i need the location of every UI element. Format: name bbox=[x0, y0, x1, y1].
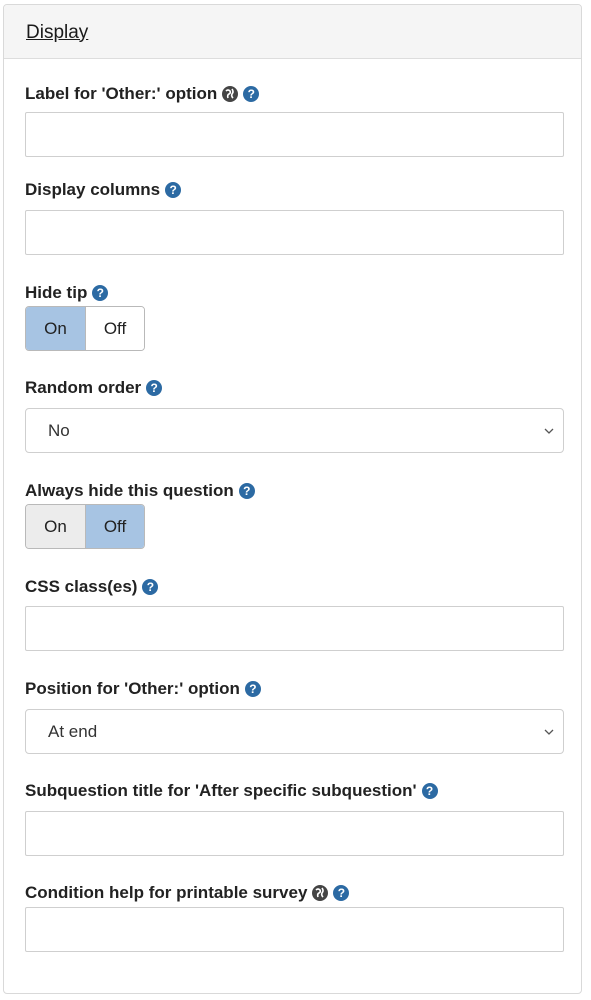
field-random-order: Random order No bbox=[25, 377, 564, 453]
field-css-classes: CSS class(es) bbox=[25, 576, 564, 651]
panel-title[interactable]: Display bbox=[26, 20, 88, 44]
field-label: Condition help for printable survey bbox=[25, 883, 308, 902]
field-label-row: Hide tip bbox=[25, 282, 109, 304]
select-value: At end bbox=[48, 721, 98, 741]
field-label-row: Condition help for printable survey bbox=[25, 882, 350, 904]
help-icon[interactable] bbox=[142, 579, 159, 595]
field-display-columns: Display columns bbox=[25, 179, 564, 255]
random-order-select[interactable]: No bbox=[25, 408, 564, 453]
field-label-row: Display columns bbox=[25, 179, 182, 201]
field-other-label: Label for 'Other:' option bbox=[25, 83, 564, 157]
always-hide-on-button[interactable]: On bbox=[26, 505, 85, 548]
field-label: Random order bbox=[25, 378, 142, 397]
subquestion-title-input[interactable] bbox=[25, 811, 564, 856]
field-label-row: Always hide this question bbox=[25, 480, 255, 502]
field-label-row: Subquestion title for 'After specific su… bbox=[25, 780, 438, 802]
select-value: No bbox=[48, 420, 70, 440]
always-hide-off-button[interactable]: Off bbox=[85, 505, 144, 548]
hide-tip-on-button[interactable]: On bbox=[26, 307, 85, 350]
help-icon[interactable] bbox=[243, 86, 260, 102]
hide-tip-off-button[interactable]: Off bbox=[85, 307, 144, 350]
chevron-down-icon bbox=[544, 428, 554, 434]
field-label: CSS class(es) bbox=[25, 577, 138, 596]
field-label-row: Position for 'Other:' option bbox=[25, 678, 261, 700]
display-columns-input[interactable] bbox=[25, 210, 564, 255]
field-label: Position for 'Other:' option bbox=[25, 679, 240, 698]
globe-icon bbox=[312, 885, 329, 901]
field-subquestion-title: Subquestion title for 'After specific su… bbox=[25, 780, 564, 856]
field-label: Hide tip bbox=[25, 283, 88, 302]
chevron-down-icon bbox=[544, 729, 554, 735]
field-label: Label for 'Other:' option bbox=[25, 84, 218, 103]
field-hide-tip: Hide tip On Off bbox=[25, 282, 145, 351]
help-icon[interactable] bbox=[92, 285, 109, 301]
globe-icon bbox=[222, 86, 239, 102]
field-label-row: Label for 'Other:' option bbox=[25, 83, 260, 105]
help-icon[interactable] bbox=[421, 783, 438, 799]
help-icon[interactable] bbox=[146, 380, 163, 396]
help-icon[interactable] bbox=[165, 182, 182, 198]
condition-help-input[interactable] bbox=[25, 907, 564, 952]
other-position-select[interactable]: At end bbox=[25, 709, 564, 754]
field-label-row: Random order bbox=[25, 377, 163, 399]
help-icon[interactable] bbox=[333, 885, 350, 901]
field-always-hide: Always hide this question On Off bbox=[25, 480, 255, 549]
field-label-row: CSS class(es) bbox=[25, 576, 159, 598]
display-panel: Display Label for 'Other:' option Displa… bbox=[3, 4, 582, 994]
field-other-position: Position for 'Other:' option At end bbox=[25, 678, 564, 754]
panel-header: Display bbox=[4, 5, 581, 59]
always-hide-toggle: On Off bbox=[25, 504, 145, 549]
hide-tip-toggle: On Off bbox=[25, 306, 145, 351]
help-icon[interactable] bbox=[238, 483, 255, 499]
css-classes-input[interactable] bbox=[25, 606, 564, 651]
field-label: Display columns bbox=[25, 180, 161, 199]
field-label: Subquestion title for 'After specific su… bbox=[25, 781, 417, 800]
other-label-input[interactable] bbox=[25, 112, 564, 157]
field-label: Always hide this question bbox=[25, 481, 234, 500]
help-icon[interactable] bbox=[244, 681, 261, 697]
field-condition-help: Condition help for printable survey bbox=[25, 882, 564, 952]
